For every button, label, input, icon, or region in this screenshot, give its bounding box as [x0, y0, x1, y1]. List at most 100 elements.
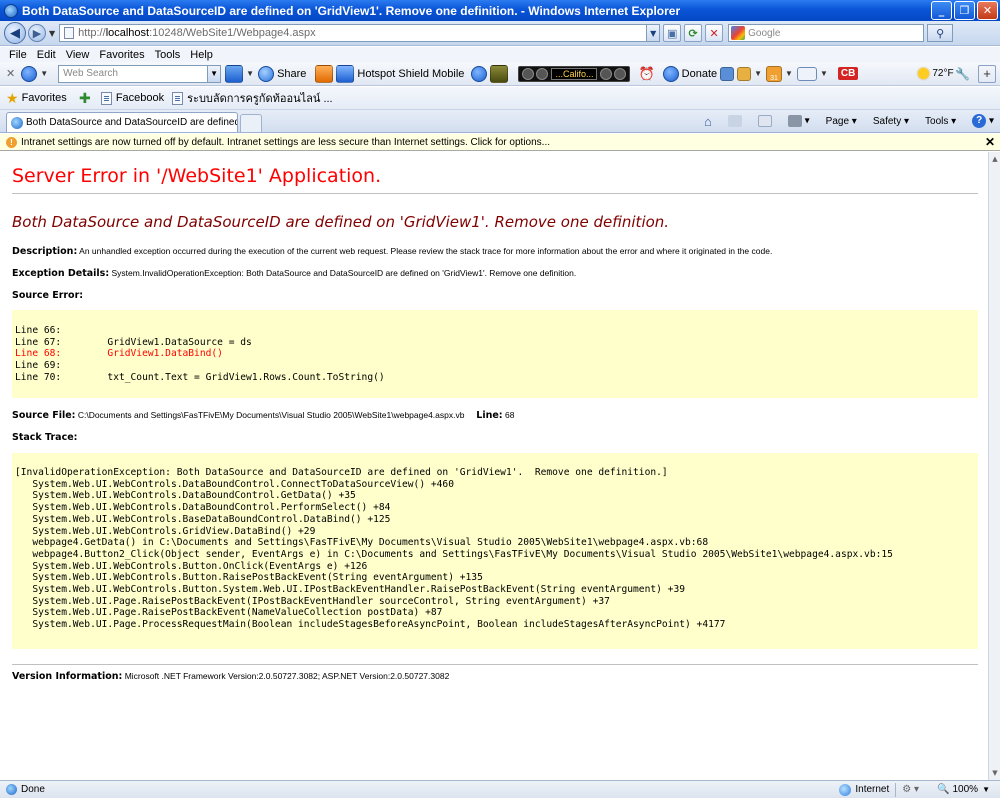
favorite-link-facebook[interactable]: Facebook: [116, 92, 164, 104]
donate-button[interactable]: Donate: [682, 68, 717, 80]
source-error-label: Source Error:: [12, 290, 84, 301]
zoom-dropdown-icon[interactable]: ▼: [982, 785, 990, 794]
tools-menu[interactable]: Tools ▾: [917, 116, 956, 127]
stop-icon[interactable]: ✕: [705, 24, 724, 42]
help-icon[interactable]: ? ▾: [964, 114, 994, 128]
yahoo-icon[interactable]: [21, 65, 38, 82]
print-icon[interactable]: ▾: [780, 115, 810, 127]
stack-line: [InvalidOperationException: Both DataSou…: [15, 467, 668, 478]
info-bar[interactable]: ! Intranet settings are now turned off b…: [0, 134, 1000, 151]
refresh-icon[interactable]: ⟳: [684, 24, 703, 42]
stop-radio-icon[interactable]: [536, 67, 549, 80]
web-search-button[interactable]: [225, 64, 244, 83]
menu-view[interactable]: View: [66, 49, 90, 61]
rss-icon[interactable]: [315, 64, 334, 83]
home-icon[interactable]: ⌂: [704, 114, 712, 129]
tv-icon[interactable]: [490, 64, 509, 83]
heading-divider: [12, 193, 978, 194]
weather-widget[interactable]: 72°F: [918, 68, 954, 79]
url-dropdown-icon[interactable]: ▼: [647, 24, 661, 42]
forward-button[interactable]: ▶: [28, 24, 46, 42]
back-button[interactable]: ◀: [4, 22, 26, 44]
mail-dropdown-icon[interactable]: ▼: [820, 69, 828, 78]
source-file-path: C:\Documents and Settings\FasTFivE\My Do…: [77, 410, 465, 420]
web-search-dropdown-icon[interactable]: ▼: [208, 64, 222, 83]
source-line: Line 67: GridView1.DataSource = ds: [15, 336, 252, 348]
calendar-icon[interactable]: 31: [766, 65, 783, 82]
alarm-clock-icon[interactable]: ⏰: [638, 66, 654, 82]
protected-mode-icon[interactable]: ⚙ ▾: [902, 784, 919, 795]
safety-menu[interactable]: Safety ▾: [865, 116, 909, 127]
share-icon: [258, 65, 275, 82]
status-text: Done: [21, 784, 45, 795]
alert-bell-icon[interactable]: [737, 66, 752, 81]
web-search-input[interactable]: Web Search: [58, 64, 209, 83]
page-icon: [64, 27, 75, 39]
info-bar-close-icon[interactable]: ✕: [985, 135, 995, 149]
stack-trace-label: Stack Trace:: [12, 432, 78, 443]
search-button[interactable]: ⚲: [927, 24, 954, 42]
vertical-scrollbar[interactable]: ▲ ▼: [988, 152, 1000, 780]
info-bar-message[interactable]: Intranet settings are now turned off by …: [21, 137, 550, 148]
mail-icon[interactable]: [796, 66, 817, 81]
cb-button[interactable]: CB: [837, 67, 859, 80]
info-warning-icon: !: [6, 136, 17, 148]
tab-page-icon: [11, 116, 23, 129]
favorite-link-thai[interactable]: ระบบลัดการครูกัดท้ออนไลน์ ...: [187, 89, 332, 107]
history-dropdown-icon[interactable]: ▼: [49, 29, 55, 38]
favorites-button[interactable]: Favorites: [22, 92, 67, 104]
menu-edit[interactable]: Edit: [37, 49, 56, 61]
share-button[interactable]: Share: [277, 68, 306, 80]
feeds-icon[interactable]: [720, 115, 742, 127]
page-menu[interactable]: Page ▾: [818, 116, 857, 127]
source-file-label: Source File:: [12, 410, 76, 421]
status-divider: [895, 782, 897, 797]
mute-icon[interactable]: [614, 67, 627, 80]
web-search-placeholder: Web Search: [63, 68, 118, 79]
calendar-dropdown-icon[interactable]: ▼: [785, 69, 793, 78]
search-placeholder: Google: [748, 27, 781, 39]
search-input[interactable]: Google: [728, 24, 925, 42]
menu-tools[interactable]: Tools: [155, 49, 181, 61]
menu-bar: File Edit View Favorites Tools Help: [0, 47, 1000, 62]
menu-favorites[interactable]: Favorites: [99, 49, 144, 61]
version-info: Version Information: Microsoft .NET Fram…: [12, 671, 449, 682]
alert-dropdown-icon[interactable]: ▼: [754, 69, 762, 78]
tab-active[interactable]: Both DataSource and DataSourceID are def…: [6, 112, 238, 132]
zoom-level[interactable]: 100%: [953, 784, 979, 795]
favorites-bar: ★ Favorites ✚ Facebook ระบบลัดการครูกัดท…: [0, 87, 1000, 110]
close-toolbar-icon[interactable]: ✕: [6, 67, 15, 80]
yahoo-dropdown-icon[interactable]: ▼: [40, 69, 48, 78]
minimize-button[interactable]: _: [931, 1, 952, 20]
compatibility-view-icon[interactable]: ▣: [663, 24, 682, 42]
url-field[interactable]: http://localhost:10248/WebSite1/Webpage4…: [59, 24, 648, 42]
addon-toolbar: ✕ ▼ Web Search ▼ ▼ Share Hotspot Shield …: [0, 62, 1000, 86]
messenger-icon[interactable]: [471, 65, 488, 82]
add-to-favorites-icon[interactable]: ✚: [77, 90, 93, 106]
google-icon: [731, 26, 746, 40]
menu-help[interactable]: Help: [190, 49, 213, 61]
stack-line: System.Web.UI.WebControls.Button.RaisePo…: [15, 572, 483, 584]
security-zone[interactable]: Internet: [855, 784, 889, 795]
read-mail-icon[interactable]: [750, 115, 772, 127]
search-options-icon[interactable]: ▼: [246, 69, 254, 78]
scroll-down-icon[interactable]: ▼: [990, 768, 1000, 778]
radio-station-select[interactable]: ...Califo...: [551, 67, 598, 80]
hotspot-shield-button[interactable]: Hotspot Shield Mobile: [357, 68, 464, 80]
menu-file[interactable]: File: [9, 49, 27, 61]
wrench-icon[interactable]: 🔧: [955, 67, 970, 81]
version-text: Microsoft .NET Framework Version:2.0.507…: [124, 671, 450, 681]
add-toolbar-button[interactable]: +: [978, 64, 996, 83]
radio-player: ...Califo...: [518, 65, 631, 82]
stack-line: System.Web.UI.Page.ProcessRequestMain(Bo…: [15, 619, 726, 631]
stack-trace-box: [InvalidOperationException: Both DataSou…: [12, 453, 978, 649]
add-icon[interactable]: [720, 66, 735, 81]
hotspot-shield-icon: [336, 64, 355, 83]
exception-label: Exception Details:: [12, 268, 110, 279]
play-icon[interactable]: [522, 67, 535, 80]
close-window-button[interactable]: ✕: [977, 1, 998, 20]
scroll-up-icon[interactable]: ▲: [990, 154, 1000, 164]
volume-icon[interactable]: [600, 67, 613, 80]
restore-button[interactable]: ❐: [954, 1, 975, 20]
new-tab-button[interactable]: [240, 114, 262, 132]
